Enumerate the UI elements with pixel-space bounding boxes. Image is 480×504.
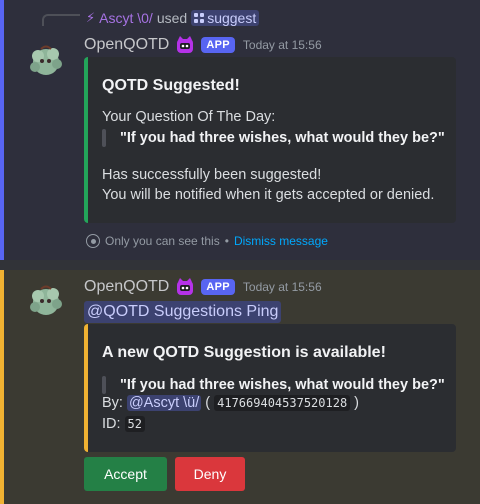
suggestion-id-code: 52 (124, 416, 145, 432)
deny-button[interactable]: Deny (175, 457, 245, 491)
command-reply-header: ⚡ Ascyt \0/ used suggest (86, 8, 260, 28)
by-label: By: (102, 395, 123, 411)
accept-button[interactable]: Accept (84, 457, 167, 491)
role-mention[interactable]: @QOTD Suggestions Ping (84, 301, 282, 323)
open-paren: ( (205, 395, 211, 411)
embed-line-question-label: Your Question Of The Day: (102, 109, 276, 125)
embed-by-line: By: @Ascyt \ü/ (417669404537520128) (102, 395, 359, 411)
timestamp[interactable]: Today at 15:56 (243, 38, 322, 52)
ephemeral-notice: Only you can see this • Dismiss message (86, 232, 328, 250)
author-name[interactable]: OpenQOTD (84, 36, 169, 54)
dismiss-message-link[interactable]: Dismiss message (234, 234, 328, 248)
suggestion-embed: A new QOTD Suggestion is available! "If … (84, 324, 456, 452)
robot-icon (177, 278, 194, 295)
timestamp[interactable]: Today at 15:56 (243, 280, 322, 294)
command-mention[interactable]: suggest (191, 10, 260, 26)
apps-icon (194, 13, 205, 23)
slash-command-icon: ⚡ (86, 10, 96, 25)
embed-id-line: ID: 52 (102, 416, 145, 432)
embed-question-quote: "If you had three wishes, what would the… (102, 375, 445, 395)
robot-icon (177, 36, 194, 53)
reply-connector (42, 14, 80, 26)
quote-bar (102, 129, 106, 147)
quote-bar (102, 376, 106, 394)
embed-question-quote: "If you had three wishes, what would the… (102, 128, 445, 148)
reply-username[interactable]: Ascyt \0/ (99, 10, 153, 26)
message-header: OpenQOTD APP Today at 15:56 (84, 34, 322, 56)
author-name[interactable]: OpenQOTD (84, 278, 169, 296)
user-id-code: 417669404537520128 (214, 395, 351, 411)
close-paren: ) (354, 395, 360, 411)
bot-avatar[interactable] (26, 280, 66, 320)
question-text: "If you had three wishes, what would the… (120, 130, 445, 146)
separator-dot: • (224, 234, 229, 248)
bot-avatar[interactable] (26, 40, 66, 80)
user-mention[interactable]: @Ascyt \ü/ (126, 395, 202, 411)
embed-title: A new QOTD Suggestion is available! (102, 344, 386, 361)
question-text: "If you had three wishes, what would the… (120, 377, 445, 393)
embed-line-notify: You will be notified when it gets accept… (102, 187, 435, 203)
id-label: ID: (102, 416, 121, 432)
reply-used-text: used (156, 10, 188, 26)
suggested-embed: QOTD Suggested! Your Question Of The Day… (84, 57, 456, 223)
eye-icon (86, 234, 100, 248)
message-header: OpenQOTD APP Today at 15:56 (84, 276, 322, 298)
app-badge: APP (201, 279, 235, 295)
app-badge: APP (201, 37, 235, 53)
embed-line-success: Has successfully been suggested! (102, 167, 322, 183)
ephemeral-text: Only you can see this (105, 234, 220, 248)
embed-title: QOTD Suggested! (102, 77, 240, 94)
command-name: suggest (207, 10, 257, 26)
